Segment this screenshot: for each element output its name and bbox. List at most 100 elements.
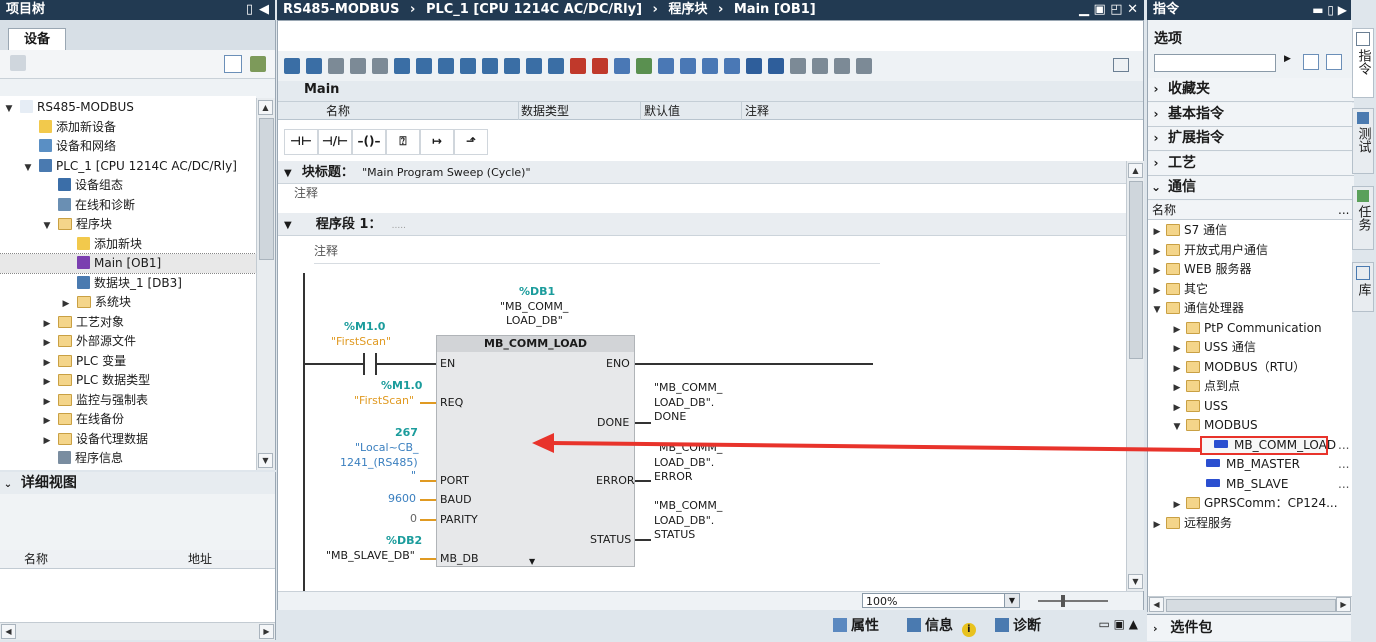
expand-right-icon[interactable]: ▶ [42,334,52,353]
chevron-right-icon[interactable]: › [1148,103,1164,126]
instance-db-icon[interactable] [812,58,828,74]
breadcrumb-2[interactable]: 程序块 [668,2,707,17]
project-tree-item[interactable]: ▶ 工艺对象 [0,313,256,332]
instr-tree-item[interactable]: MB_COMM_LOAD... [1200,435,1349,455]
show-comments-icon[interactable] [438,58,454,74]
open-branch-icon[interactable]: ↦ [420,129,454,155]
project-tree-item[interactable]: 设备组态 [0,176,256,195]
expand-right-icon[interactable]: ▶ [1152,262,1162,281]
instr-tree-item[interactable]: ▶ 远程服务 [1148,514,1232,533]
port-symbol-1[interactable]: "Local~CB_ [355,441,419,454]
item-more-icon[interactable]: ... [1338,455,1349,474]
instr-tree-item[interactable]: MB_SLAVE... [1148,475,1349,494]
go-offline-icon[interactable] [790,58,806,74]
out-status-3[interactable]: STATUS [654,528,695,541]
no-contact-icon[interactable]: ⊣⊢ [284,129,318,155]
project-tree-item[interactable]: ▶ PLC 数据类型 [0,371,256,390]
side-tab-tasks[interactable]: 任务 [1352,186,1374,250]
overview-icon[interactable] [250,56,266,72]
instr-category[interactable]: › 扩展指令 [1148,127,1354,151]
breadcrumb-0[interactable]: RS485-MODBUS [283,2,400,17]
instr-category[interactable]: › 收藏夹 [1148,78,1354,102]
project-tree-item[interactable]: ▶ 外部源文件 [0,332,256,351]
show-favorites-icon[interactable] [416,58,432,74]
parity-value[interactable]: 0 [410,512,417,525]
network-title-placeholder[interactable]: ..... [392,221,406,231]
instr-tree-item[interactable]: ▶ 点到点 [1148,377,1240,396]
monitor-off-icon[interactable] [636,58,652,74]
close-branch-icon[interactable]: ⬏ [454,129,488,155]
baud-value[interactable]: 9600 [388,492,416,505]
move-up-icon[interactable] [680,58,696,74]
block-comment[interactable]: 注释 [294,184,318,201]
expand-right-icon[interactable]: ▶ [42,393,52,412]
breadcrumb-3[interactable]: Main [OB1] [734,2,816,17]
expand-down-icon[interactable]: ▼ [42,217,52,236]
window-controls[interactable]: ▁ ▣ ◰ ✕ [1079,0,1138,20]
monitor-on-icon[interactable] [614,58,630,74]
project-tree-item[interactable]: 数据块_1 [DB3] [0,274,256,293]
contact-firstscan[interactable] [363,353,377,375]
expand-right-icon[interactable]: ▶ [1152,516,1162,535]
project-tree-item[interactable]: 在线和诊断 [0,196,256,215]
expand-down-icon[interactable]: ▼ [23,159,33,178]
instr-category[interactable]: › 工艺 [1148,151,1354,176]
expand-right-icon[interactable]: ▶ [1172,379,1182,398]
out-done-2[interactable]: LOAD_DB". [654,396,714,409]
zoom-slider[interactable] [1038,600,1108,602]
instance-db-name-2[interactable]: LOAD_DB" [506,314,563,327]
project-tree-item[interactable]: 程序信息 [0,449,256,468]
expand-right-icon[interactable]: ▶ [1152,243,1162,262]
expand-right-icon[interactable]: ▶ [1172,340,1182,359]
zoom-slider-handle[interactable] [1061,595,1065,607]
zoom-select[interactable]: 100% ▼ [862,593,1020,608]
out-status-1[interactable]: "MB_COMM_ [654,499,722,512]
expand-down-icon[interactable]: ▼ [1152,301,1162,320]
instr-category[interactable]: › 基本指令 [1148,102,1354,127]
split-editor-icon[interactable] [1113,58,1129,72]
project-tree-scrollbar[interactable]: ▲ ▼ [256,98,275,470]
goto-error-icon[interactable] [372,58,388,74]
detail-col-address[interactable]: 地址 [188,550,212,568]
block-title-toggle-icon[interactable]: ▼ [284,168,292,179]
instr-tree-item[interactable]: ▶ MODBUS（RTU） [1148,358,1306,377]
new-device-icon[interactable] [10,55,26,71]
chevron-right-icon[interactable]: › [1148,152,1164,175]
side-tab-libraries[interactable]: 库 [1352,262,1374,312]
out-done-3[interactable]: DONE [654,410,686,423]
side-tab-testing[interactable]: 测试 [1352,108,1374,174]
item-more-icon[interactable]: ... [1338,475,1349,494]
port-value[interactable]: 267 [395,426,418,439]
breadcrumb-1[interactable]: PLC_1 [CPU 1214C AC/DC/Rly] [426,2,642,17]
detail-view-toggle-icon[interactable]: ⌄ [0,474,16,496]
chevron-down-icon[interactable]: ⌄ [1148,176,1164,199]
expand-right-icon[interactable]: ▶ [1172,399,1182,418]
instr-tree-item[interactable]: ▶ WEB 服务器 [1148,260,1252,279]
mbdb-symbol[interactable]: "MB_SLAVE_DB" [326,549,415,562]
watch-icon[interactable] [834,58,850,74]
detail-col-name[interactable]: 名称 [24,550,48,568]
compare-icon[interactable] [746,58,762,74]
project-tree-item[interactable]: ▶ 监控与强制表 [0,391,256,410]
instr-tree-item[interactable]: ▶ 开放式用户通信 [1148,241,1268,260]
empty-box-icon[interactable]: ⍰ [386,129,420,155]
instr-tree-item[interactable]: ▶ GPRSComm：CP124... [1148,494,1338,513]
expand-right-icon[interactable]: ▶ [1172,496,1182,515]
project-tree-item[interactable]: ▶ 系统块 [0,293,256,312]
project-tree-item[interactable]: ▼ PLC_1 [CPU 1214C AC/DC/Rly] [0,157,256,176]
instr-tree-item[interactable]: ▶ USS [1148,397,1229,418]
expand-right-icon[interactable]: ▶ [1152,282,1162,301]
expand-right-icon[interactable]: ▶ [42,432,52,451]
table-view-icon[interactable] [224,55,242,73]
project-tree-item[interactable]: 添加新设备 [0,118,256,137]
chevron-down-icon[interactable]: ▼ [1004,594,1019,607]
tab-properties[interactable]: 属性 [833,615,879,637]
options-input[interactable] [1154,54,1276,72]
expand-right-icon[interactable]: ▶ [42,373,52,392]
expand-right-icon[interactable]: ▶ [1152,223,1162,242]
instr-view-icon-2[interactable] [1326,54,1342,70]
coil-icon[interactable]: –()– [352,129,386,155]
instr-tree-item[interactable]: ▼ 通信处理器 [1148,299,1244,318]
req-address[interactable]: %M1.0 [381,379,422,392]
detail-hscrollbar[interactable]: ◀ ▶ [0,622,275,640]
